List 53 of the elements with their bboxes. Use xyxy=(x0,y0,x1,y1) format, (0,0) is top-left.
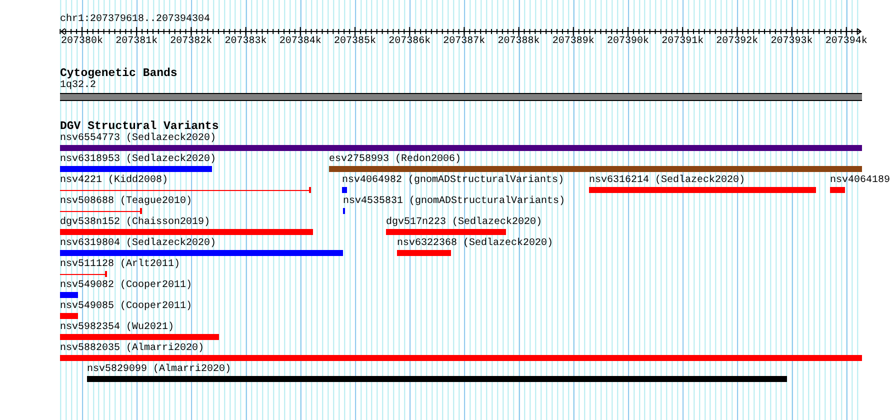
tick-label: 207393k xyxy=(770,36,813,48)
variant-label[interactable]: nsv4535831 (gnomADStructuralVariants) xyxy=(343,196,566,208)
variant-bar[interactable] xyxy=(589,187,816,193)
variant-bar[interactable] xyxy=(60,229,313,235)
variant-bar[interactable] xyxy=(60,250,343,256)
variant-bar[interactable] xyxy=(60,334,219,340)
variant-label[interactable]: dgv517n223 (Sedlazeck2020) xyxy=(386,217,542,229)
tick-label: 207382k xyxy=(170,36,212,48)
variant-label[interactable]: nsv5982354 (Wu2021) xyxy=(60,322,174,334)
variant-bar[interactable] xyxy=(60,355,862,361)
variant-label[interactable]: nsv6322368 (Sedlazeck2020) xyxy=(397,238,554,250)
variant-bar[interactable] xyxy=(342,187,347,193)
tick-label: 207392k xyxy=(716,36,758,48)
variant-bar[interactable] xyxy=(830,187,845,193)
tick-label: 207390k xyxy=(607,36,649,48)
variant-bar[interactable] xyxy=(60,292,78,298)
tick-label: 207380k xyxy=(61,36,103,48)
variant-bar[interactable] xyxy=(397,250,451,256)
tick-label: 207391k xyxy=(662,36,704,48)
variant-label[interactable]: dgv538n152 (Chaisson2019) xyxy=(60,217,210,229)
location-label: chr1:207379618..207394304 xyxy=(60,14,210,26)
variant-label[interactable]: nsv4221 (Kidd2008) xyxy=(60,175,168,187)
variant-bar[interactable] xyxy=(60,166,212,172)
variant-label[interactable]: nsv6554773 (Sedlazeck2020) xyxy=(60,133,216,145)
tick-label: 207388k xyxy=(498,36,540,48)
variant-label[interactable]: nsv5882035 (Almarri2020) xyxy=(60,343,204,355)
variant-label[interactable]: nsv4064189 xyxy=(830,175,890,187)
track-title: Cytogenetic Bands xyxy=(60,68,178,80)
variant-label[interactable]: nsv6316214 (Sedlazeck2020) xyxy=(589,175,746,187)
variant-label[interactable]: nsv5829099 (Almarri2020) xyxy=(87,364,232,376)
variant-bar[interactable] xyxy=(60,145,862,151)
variant-bar[interactable] xyxy=(60,313,78,319)
variant-label[interactable]: nsv6318953 (Sedlazeck2020) xyxy=(60,154,216,166)
variant-label[interactable]: nsv549085 (Cooper2011) xyxy=(60,301,192,313)
variant-bar[interactable] xyxy=(87,376,787,382)
variant-bar[interactable] xyxy=(386,229,506,235)
variant-bar[interactable] xyxy=(329,166,862,172)
tick-label: 207383k xyxy=(224,36,267,48)
tick-label: 207387k xyxy=(443,36,486,48)
variant-label[interactable]: nsv6319804 (Sedlazeck2020) xyxy=(60,238,216,250)
tick-label: 207381k xyxy=(116,36,158,48)
tick-label: 207386k xyxy=(388,36,431,48)
variant-label[interactable]: nsv549082 (Cooper2011) xyxy=(60,280,192,292)
tick-label: 207394k xyxy=(825,36,868,48)
variant-label[interactable]: nsv4064982 (gnomADStructuralVariants) xyxy=(342,175,564,187)
variant-label[interactable]: esv2758993 (Redon2006) xyxy=(329,154,462,166)
band-label: 1q32.2 xyxy=(60,80,96,92)
variant-label[interactable]: nsv508688 (Teague2010) xyxy=(60,196,192,208)
tick-label: 207385k xyxy=(334,36,376,48)
track-title: DGV Structural Variants xyxy=(60,121,219,133)
tick-label: 207389k xyxy=(552,36,594,48)
tick-label: 207384k xyxy=(279,36,322,48)
variant-label[interactable]: nsv511128 (Arlt2011) xyxy=(60,259,180,271)
